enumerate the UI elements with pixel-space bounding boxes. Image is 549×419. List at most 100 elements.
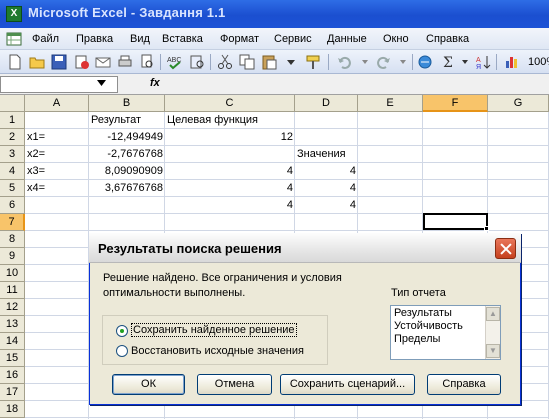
- paste-dropdown-icon[interactable]: [282, 53, 300, 71]
- cell-b3[interactable]: -2,7676768: [89, 146, 165, 163]
- cell-d5[interactable]: 4: [295, 180, 358, 197]
- toolbar-separator: [210, 54, 211, 70]
- menu-help[interactable]: Справка: [424, 31, 471, 48]
- row-header-11[interactable]: 11: [0, 282, 25, 299]
- print-icon[interactable]: [116, 53, 134, 71]
- ok-button[interactable]: ОК: [112, 374, 185, 395]
- email-icon[interactable]: [94, 53, 112, 71]
- formula-input[interactable]: [170, 77, 549, 93]
- row-header-5[interactable]: 5: [0, 180, 25, 197]
- menu-insert[interactable]: Вставка: [160, 31, 205, 48]
- cell-d4[interactable]: 4: [295, 163, 358, 180]
- row-header-12[interactable]: 12: [0, 299, 25, 316]
- autosum-dropdown-icon[interactable]: [456, 53, 474, 71]
- close-icon[interactable]: [495, 238, 516, 259]
- sort-icon[interactable]: AЯ: [474, 53, 492, 71]
- row-header-3[interactable]: 3: [0, 146, 25, 163]
- cut-icon[interactable]: [216, 53, 234, 71]
- research-icon[interactable]: [188, 53, 206, 71]
- open-folder-icon[interactable]: [28, 53, 46, 71]
- menu-window[interactable]: Окно: [381, 31, 411, 48]
- help-button[interactable]: Справка: [427, 374, 501, 395]
- scroll-down-icon[interactable]: ▼: [486, 344, 500, 358]
- dialog-title: Результаты поиска решения: [98, 241, 282, 256]
- radio-restore-values[interactable]: [116, 345, 128, 357]
- name-box-dropdown-icon[interactable]: [97, 80, 106, 86]
- row-header-16[interactable]: 16: [0, 367, 25, 384]
- row-header-10[interactable]: 10: [0, 265, 25, 282]
- save-icon[interactable]: [50, 53, 68, 71]
- column-header-a[interactable]: A: [25, 95, 89, 112]
- menu-view[interactable]: Вид: [128, 31, 152, 48]
- radio-restore-values-label[interactable]: Восстановить исходные значения: [131, 345, 304, 357]
- new-document-icon[interactable]: [6, 53, 24, 71]
- row-header-8[interactable]: 8: [0, 231, 25, 248]
- workbook-icon[interactable]: [6, 31, 22, 47]
- column-header-g[interactable]: G: [488, 95, 549, 112]
- redo-icon[interactable]: [374, 53, 392, 71]
- column-header-d[interactable]: D: [295, 95, 358, 112]
- fill-handle[interactable]: [484, 226, 489, 231]
- redo-dropdown-icon[interactable]: [394, 53, 412, 71]
- report-item-sensitivity[interactable]: Устойчивость: [394, 320, 463, 334]
- menu-file[interactable]: Файл: [30, 31, 61, 48]
- undo-dropdown-icon[interactable]: [356, 53, 374, 71]
- cell-d6[interactable]: 4: [295, 197, 358, 214]
- column-header-c[interactable]: C: [165, 95, 295, 112]
- menu-service[interactable]: Сервис: [272, 31, 314, 48]
- cell-b5[interactable]: 3,67676768: [89, 180, 165, 197]
- row-header-15[interactable]: 15: [0, 350, 25, 367]
- cell-a5[interactable]: x4=: [25, 180, 89, 197]
- cell-a2[interactable]: x1=: [25, 129, 89, 146]
- report-item-results[interactable]: Результаты: [394, 307, 452, 321]
- menu-data[interactable]: Данные: [325, 31, 369, 48]
- save-scenario-button[interactable]: Сохранить сценарий...: [280, 374, 415, 395]
- cell-d3[interactable]: Значения: [295, 146, 358, 163]
- column-header-e[interactable]: E: [358, 95, 423, 112]
- cell-b4[interactable]: 8,09090909: [89, 163, 165, 180]
- menu-edit[interactable]: Правка: [74, 31, 115, 48]
- row-header-6[interactable]: 6: [0, 197, 25, 214]
- permission-icon[interactable]: [72, 53, 90, 71]
- row-header-7[interactable]: 7: [0, 214, 25, 231]
- cell-c4[interactable]: 4: [165, 163, 295, 180]
- row-header-9[interactable]: 9: [0, 248, 25, 265]
- copy-icon[interactable]: [238, 53, 256, 71]
- radio-keep-solution-label[interactable]: Сохранить найденное решение: [131, 323, 297, 337]
- row-header-4[interactable]: 4: [0, 163, 25, 180]
- cell-c1[interactable]: Целевая функция: [165, 112, 295, 129]
- row-header-13[interactable]: 13: [0, 316, 25, 333]
- cell-b2[interactable]: -12,494949: [89, 129, 165, 146]
- report-item-limits[interactable]: Пределы: [394, 333, 440, 347]
- spelling-icon[interactable]: ABC: [166, 53, 184, 71]
- paste-icon[interactable]: [260, 53, 278, 71]
- format-painter-icon[interactable]: [304, 53, 322, 71]
- column-header-b[interactable]: B: [89, 95, 165, 112]
- column-header-f[interactable]: F: [423, 95, 488, 112]
- svg-text:Я: Я: [476, 64, 481, 71]
- select-all-corner[interactable]: [0, 95, 25, 112]
- active-cell-f7[interactable]: [423, 213, 488, 230]
- cell-c2[interactable]: 12: [165, 129, 295, 146]
- row-header-18[interactable]: 18: [0, 401, 25, 418]
- row-header-17[interactable]: 17: [0, 384, 25, 401]
- cell-b1[interactable]: Результат: [89, 112, 165, 129]
- chart-wizard-icon[interactable]: [503, 53, 521, 71]
- insert-function-button[interactable]: fx: [150, 77, 160, 89]
- scroll-up-icon[interactable]: ▲: [486, 307, 500, 321]
- row-header-14[interactable]: 14: [0, 333, 25, 350]
- hyperlink-icon[interactable]: [416, 53, 434, 71]
- cell-c6[interactable]: 4: [165, 197, 295, 214]
- zoom-box[interactable]: 100%: [528, 56, 549, 68]
- radio-keep-solution[interactable]: [116, 325, 128, 337]
- menu-format[interactable]: Формат: [218, 31, 261, 48]
- cell-a4[interactable]: x3=: [25, 163, 89, 180]
- row-header-2[interactable]: 2: [0, 129, 25, 146]
- print-preview-icon[interactable]: [138, 53, 156, 71]
- row-header-1[interactable]: 1: [0, 112, 25, 129]
- undo-icon[interactable]: [336, 53, 354, 71]
- cell-a3[interactable]: x2=: [25, 146, 89, 163]
- toolbar-separator: [496, 54, 497, 70]
- cell-c5[interactable]: 4: [165, 180, 295, 197]
- cancel-button[interactable]: Отмена: [197, 374, 272, 395]
